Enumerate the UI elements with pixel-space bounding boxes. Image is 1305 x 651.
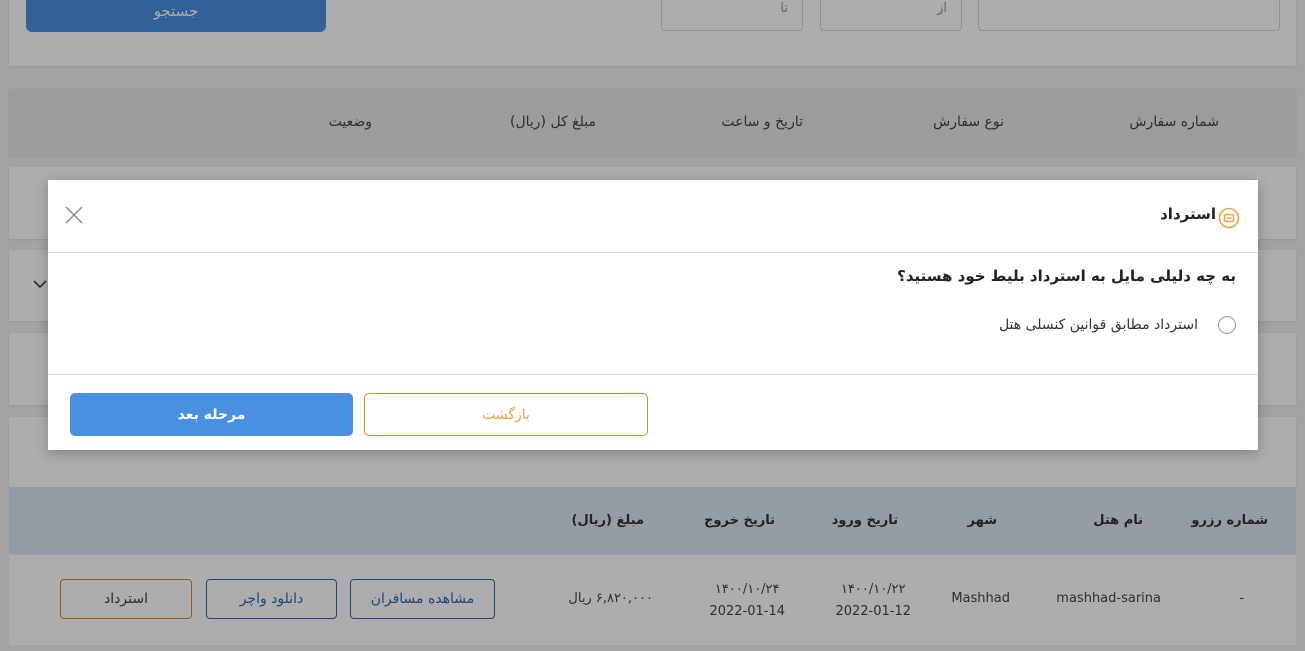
refund-icon — [1218, 207, 1240, 229]
modal-title: استرداد — [1160, 205, 1216, 223]
modal-header: استرداد — [48, 180, 1258, 253]
modal-footer: مرحله بعد بازگشت — [48, 374, 1258, 451]
refund-reason-radio[interactable] — [1218, 316, 1236, 334]
refund-modal: استرداد به چه دلیلی مایل به استرداد بلیط… — [48, 180, 1258, 450]
close-icon[interactable] — [62, 203, 86, 227]
refund-question: به چه دلیلی مایل به استرداد بلیط خود هست… — [897, 267, 1236, 285]
back-button[interactable]: بازگشت — [364, 393, 648, 436]
refund-reason-label[interactable]: استرداد مطابق قوانین کنسلی هتل — [999, 317, 1198, 333]
next-step-button[interactable]: مرحله بعد — [70, 393, 353, 436]
